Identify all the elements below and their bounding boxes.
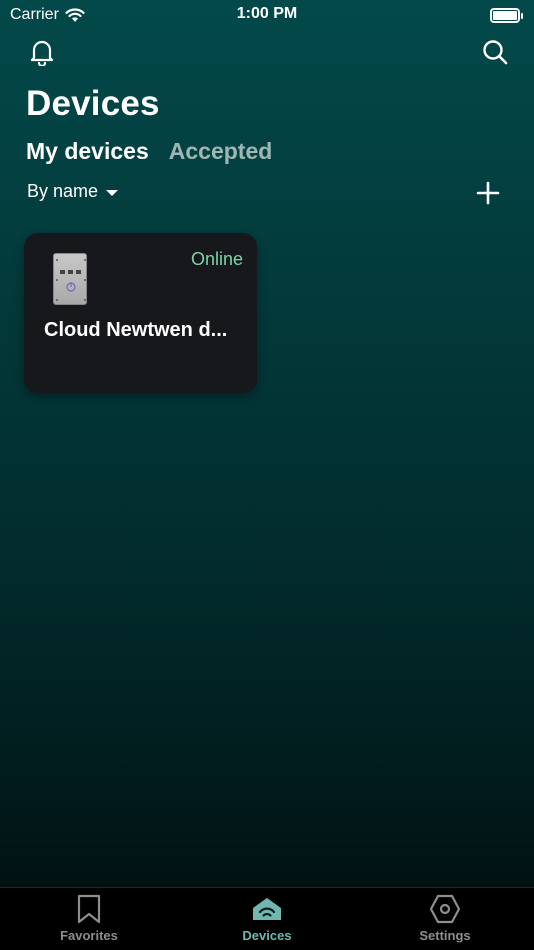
sort-label: By name [27,181,99,201]
segment-tabs: My devices Accepted [26,138,272,165]
bell-icon [30,40,54,66]
tab-accepted[interactable]: Accepted [169,138,273,165]
device-thumbnail [53,253,87,305]
tab-favorites-label: Favorites [60,928,118,943]
status-bar: Carrier 1:00 PM [0,0,534,30]
add-device-button[interactable] [475,180,501,206]
device-status-badge: Online [190,249,243,269]
tab-my-devices[interactable]: My devices [26,138,149,165]
router-icon [253,898,281,920]
tab-settings-label: Settings [419,928,471,943]
bottom-tab-bar: Favorites Devices Settings [0,887,534,950]
page-title: Devices [26,84,160,123]
bookmark-icon [77,894,101,924]
caret-down-icon [106,189,119,196]
top-actions [0,36,534,70]
notifications-button[interactable] [26,36,58,68]
tab-favorites[interactable]: Favorites [29,894,149,943]
battery-icon [490,7,523,23]
tab-devices-label: Devices [242,928,292,943]
search-icon [483,40,508,65]
device-name: Cloud Newtwen d... [44,319,228,341]
hexagon-settings-icon [429,894,461,924]
device-card[interactable]: Online Cloud Newtwen d... [24,233,257,393]
tab-devices[interactable]: Devices [207,894,327,943]
status-time: 1:00 PM [236,5,298,22]
device-image-icon [56,259,86,301]
sort-dropdown[interactable]: By name [27,181,119,202]
plus-icon [476,181,500,205]
tab-settings[interactable]: Settings [385,894,505,943]
search-button[interactable] [479,36,511,68]
